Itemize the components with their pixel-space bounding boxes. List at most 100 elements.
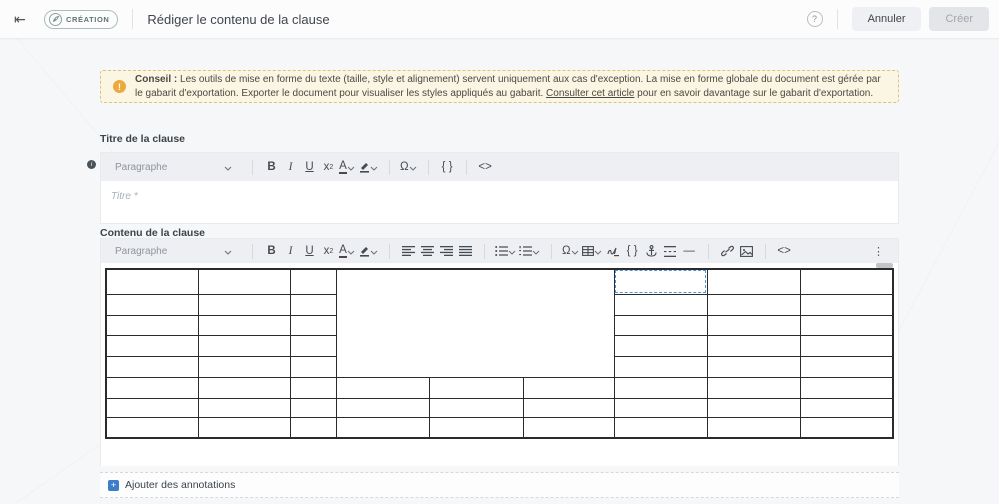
table-cell[interactable]: [290, 417, 336, 438]
table-cell[interactable]: [800, 356, 893, 377]
table-cell[interactable]: [523, 377, 614, 398]
table-cell[interactable]: [800, 377, 893, 398]
info-icon[interactable]: i: [87, 160, 96, 169]
help-icon[interactable]: ?: [807, 11, 823, 27]
more-options-icon[interactable]: ⋮: [873, 245, 884, 258]
superscript-button[interactable]: x2: [320, 242, 337, 260]
text-color-button[interactable]: A: [339, 158, 356, 176]
insert-table-button[interactable]: [582, 242, 603, 260]
table-cell[interactable]: [106, 335, 198, 356]
anchor-button[interactable]: [643, 242, 660, 260]
table-cell[interactable]: [336, 377, 429, 398]
content-editor-area[interactable]: [101, 263, 898, 466]
align-left-button[interactable]: [400, 242, 417, 260]
table-cell[interactable]: [198, 315, 290, 335]
table-cell[interactable]: [198, 417, 290, 438]
table-cell[interactable]: [106, 315, 198, 335]
table-cell[interactable]: [106, 356, 198, 377]
table-cell[interactable]: [106, 398, 198, 417]
table-cell[interactable]: [800, 294, 893, 315]
insert-image-button[interactable]: [738, 242, 755, 260]
table-cell[interactable]: [523, 398, 614, 417]
table-cell[interactable]: [429, 417, 523, 438]
source-code-button[interactable]: <>: [477, 158, 494, 176]
table-cell[interactable]: [800, 269, 893, 294]
page-break-button[interactable]: [662, 242, 679, 260]
table-cell[interactable]: [614, 335, 707, 356]
underline-button[interactable]: U: [301, 242, 318, 260]
table-cell[interactable]: [290, 356, 336, 377]
special-character-button[interactable]: Ω: [400, 158, 418, 176]
align-right-button[interactable]: [438, 242, 455, 260]
align-center-button[interactable]: [419, 242, 436, 260]
table-cell[interactable]: [290, 294, 336, 315]
add-annotations-button[interactable]: + Ajouter des annotations: [100, 472, 899, 498]
signature-button[interactable]: [605, 242, 622, 260]
table-cell[interactable]: [198, 269, 290, 294]
special-character-button[interactable]: Ω: [562, 242, 580, 260]
table-cell[interactable]: [614, 377, 707, 398]
table-cell[interactable]: [614, 294, 707, 315]
table-cell[interactable]: [106, 377, 198, 398]
table-cell[interactable]: [290, 335, 336, 356]
superscript-button[interactable]: x2: [320, 158, 337, 176]
table-cell[interactable]: [106, 269, 198, 294]
create-button[interactable]: Créer: [929, 7, 989, 31]
table-cell[interactable]: [198, 294, 290, 315]
table-cell[interactable]: [290, 398, 336, 417]
table-cell[interactable]: [707, 417, 800, 438]
table-cell[interactable]: [707, 335, 800, 356]
table-cell[interactable]: [198, 398, 290, 417]
text-color-button[interactable]: A: [339, 242, 356, 260]
horizontal-rule-button[interactable]: —: [681, 242, 698, 260]
table-cell[interactable]: [707, 294, 800, 315]
table-cell[interactable]: [523, 417, 614, 438]
table-cell[interactable]: [614, 417, 707, 438]
table-cell[interactable]: [614, 269, 707, 294]
italic-button[interactable]: I: [282, 158, 299, 176]
table-cell[interactable]: [800, 315, 893, 335]
table-cell[interactable]: [707, 269, 800, 294]
highlight-color-button[interactable]: [358, 158, 379, 176]
variable-braces-button[interactable]: { }: [624, 242, 641, 260]
table-cell[interactable]: [800, 398, 893, 417]
bullet-list-button[interactable]: [495, 242, 517, 260]
underline-button[interactable]: U: [301, 158, 318, 176]
table-cell[interactable]: [707, 315, 800, 335]
table-cell[interactable]: [290, 269, 336, 294]
table-cell[interactable]: [336, 269, 614, 377]
table-cell[interactable]: [198, 356, 290, 377]
numbered-list-button[interactable]: [519, 242, 541, 260]
table-cell[interactable]: [614, 398, 707, 417]
table-cell[interactable]: [290, 377, 336, 398]
highlight-color-button[interactable]: [358, 242, 379, 260]
table-cell[interactable]: [336, 398, 429, 417]
variable-braces-button[interactable]: { }: [439, 158, 456, 176]
table-cell[interactable]: [198, 377, 290, 398]
italic-button[interactable]: I: [282, 242, 299, 260]
table-cell[interactable]: [800, 335, 893, 356]
table-cell[interactable]: [106, 294, 198, 315]
table-cell[interactable]: [198, 335, 290, 356]
table-cell[interactable]: [800, 417, 893, 438]
paragraph-style-dropdown[interactable]: Paragraphe: [115, 162, 233, 173]
paragraph-style-dropdown[interactable]: Paragraphe: [115, 246, 233, 257]
justify-button[interactable]: [457, 242, 474, 260]
table-cell[interactable]: [707, 356, 800, 377]
table-cell[interactable]: [614, 315, 707, 335]
table-cell[interactable]: [707, 398, 800, 417]
table-cell[interactable]: [336, 417, 429, 438]
table-cell[interactable]: [707, 377, 800, 398]
table-cell[interactable]: [429, 398, 523, 417]
collapse-panel-icon[interactable]: ⇤: [14, 11, 36, 28]
bold-button[interactable]: B: [263, 158, 280, 176]
insert-link-button[interactable]: [719, 242, 736, 260]
cancel-button[interactable]: Annuler: [852, 7, 922, 31]
source-code-button[interactable]: <>: [776, 242, 793, 260]
table-cell[interactable]: [614, 356, 707, 377]
table-cell[interactable]: [429, 377, 523, 398]
table-cell[interactable]: [106, 417, 198, 438]
bold-button[interactable]: B: [263, 242, 280, 260]
table-cell[interactable]: [290, 315, 336, 335]
title-input[interactable]: [101, 181, 898, 211]
